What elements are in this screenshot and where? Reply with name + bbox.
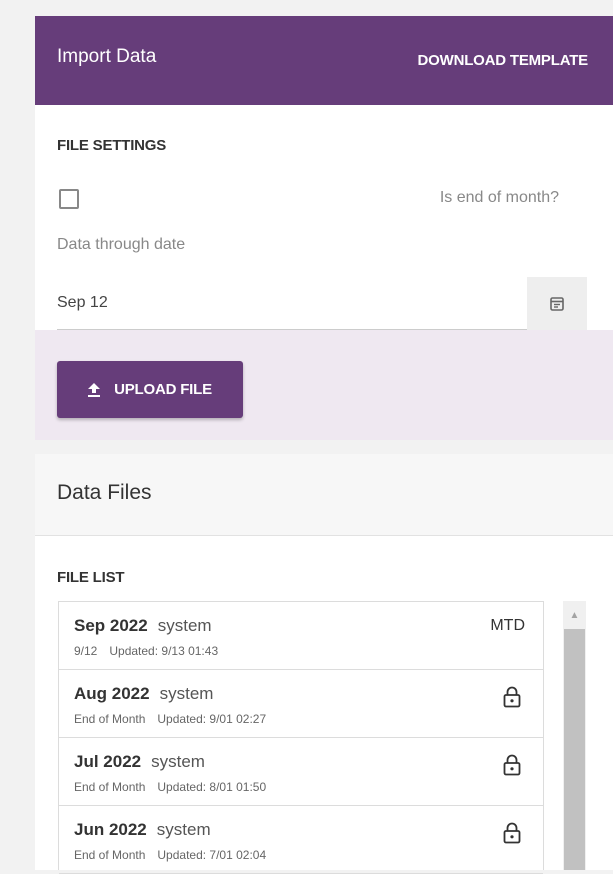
import-panel: Import Data DOWNLOAD TEMPLATE FILE SETTI… (35, 0, 613, 874)
lock-icon (503, 754, 521, 776)
lock-icon (503, 822, 521, 844)
file-month: Jun 2022 (74, 820, 147, 839)
file-month: Sep 2022 (74, 616, 148, 635)
file-list-item[interactable]: Sep 2022 system 9/12 Updated: 9/13 01:43 M… (59, 602, 543, 670)
file-detail: End of Month (74, 712, 146, 726)
file-user: system (159, 684, 214, 703)
file-status-badge: MTD (490, 617, 525, 634)
upload-icon (88, 382, 101, 397)
file-settings-heading: FILE SETTINGS (57, 137, 167, 154)
end-of-month-label: Is end of month? (439, 189, 559, 206)
lock-icon (503, 686, 521, 708)
file-list-item[interactable]: Jul 2022 system End of Month Updated: 8/01… (59, 738, 543, 806)
file-updated: Updated: 7/01 02:04 (157, 848, 267, 862)
file-detail: End of Month (74, 780, 146, 794)
data-files-header: Data Files (35, 454, 613, 536)
file-settings-section: FILE SETTINGS Is end of month? Data thro… (35, 105, 613, 330)
file-list-item[interactable]: Jun 2022 system End of Month Updated: 7/01… (59, 806, 543, 874)
page-title: Import Data (57, 46, 157, 67)
end-of-month-checkbox[interactable] (59, 189, 79, 209)
file-list-heading: FILE LIST (57, 569, 125, 586)
file-user: system (156, 820, 211, 839)
file-month: Aug 2022 (74, 684, 150, 703)
import-header: Import Data DOWNLOAD TEMPLATE (35, 16, 613, 105)
calendar-icon (550, 297, 564, 311)
download-template-button[interactable]: DOWNLOAD TEMPLATE (418, 52, 589, 69)
file-user: system (157, 616, 212, 635)
file-list: Sep 2022 system 9/12 Updated: 9/13 01:43 M… (58, 601, 544, 874)
calendar-button[interactable] (527, 277, 587, 330)
file-list-scrollbar[interactable]: ▲ (563, 601, 586, 870)
file-detail: End of Month (74, 848, 146, 862)
data-through-date-input[interactable]: Sep 12 (57, 294, 108, 312)
data-through-date-label: Data through date (57, 236, 186, 253)
file-updated: Updated: 9/13 01:43 (109, 644, 219, 658)
file-updated: Updated: 9/01 02:27 (157, 712, 267, 726)
upload-file-button[interactable]: UPLOAD FILE (57, 361, 243, 418)
file-month: Jul 2022 (74, 752, 142, 771)
file-detail: 9/12 (74, 644, 98, 658)
file-list-item[interactable]: Aug 2022 system End of Month Updated: 9/01… (59, 670, 543, 738)
section-divider (35, 440, 613, 454)
file-updated: Updated: 8/01 01:50 (157, 780, 267, 794)
scrollbar-thumb[interactable] (564, 629, 585, 870)
file-user: system (151, 752, 205, 771)
data-files-title: Data Files (57, 481, 152, 504)
scroll-up-arrow-icon[interactable]: ▲ (563, 601, 586, 629)
upload-file-label: UPLOAD FILE (114, 381, 212, 398)
upload-section: UPLOAD FILE (35, 330, 613, 440)
top-spacer (35, 0, 613, 16)
